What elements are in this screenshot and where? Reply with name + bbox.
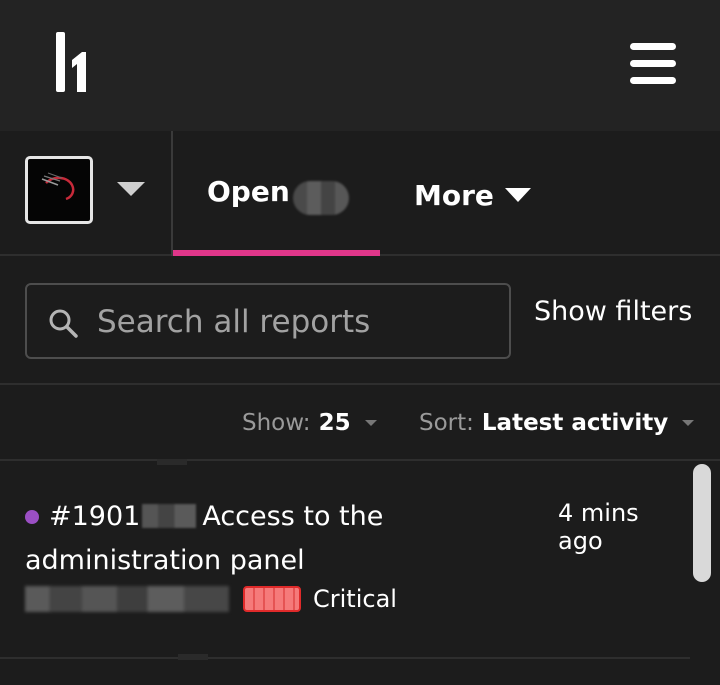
hamburger-menu-icon[interactable] [624,36,680,92]
sort-value: Latest activity [481,410,669,436]
report-timestamp: 4 mins ago [558,499,639,555]
tab-open-count-redacted [293,181,349,215]
report-meta: Critical [25,585,397,613]
show-value: 25 [318,410,351,436]
program-avatar[interactable] [25,156,93,224]
report-title-line: #1901 Access to the administration panel [25,495,545,583]
sort-dropdown[interactable]: Sort: Latest activity [419,410,695,436]
scrollbar-thumb[interactable] [693,464,711,582]
severity-meter-icon [243,586,301,612]
show-filters-button[interactable]: Show filters [534,296,692,327]
search-icon [49,309,78,338]
show-count-dropdown[interactable]: Show: 25 [242,410,377,436]
chevron-down-icon [504,188,531,202]
tab-open-label: Open [207,175,290,208]
chevron-down-icon [364,420,377,426]
tab-more-label: More [414,178,494,212]
program-dropdown-chevron-down-icon[interactable] [116,179,146,199]
tab-bar: Open More [0,131,720,256]
tab-more[interactable]: More [414,175,532,215]
list-controls: Show: 25 Sort: Latest activity [0,385,720,461]
search-input[interactable] [95,297,495,347]
tab-open[interactable]: Open [173,131,380,256]
search-row: Show filters [0,256,720,385]
top-bar [0,0,720,131]
report-id-redacted [142,504,197,528]
report-list-item[interactable]: #1901 Access to the administration panel … [0,463,690,659]
report-id: #1901 [49,501,141,532]
severity-label: Critical [313,585,397,613]
hackerone-logo-icon[interactable] [52,30,96,94]
search-box[interactable] [25,283,511,359]
divider-notch [178,654,208,660]
chevron-down-icon [682,420,695,426]
reporter-name-redacted [25,586,229,612]
sort-label: Sort: [419,410,474,436]
show-label: Show: [242,410,311,436]
